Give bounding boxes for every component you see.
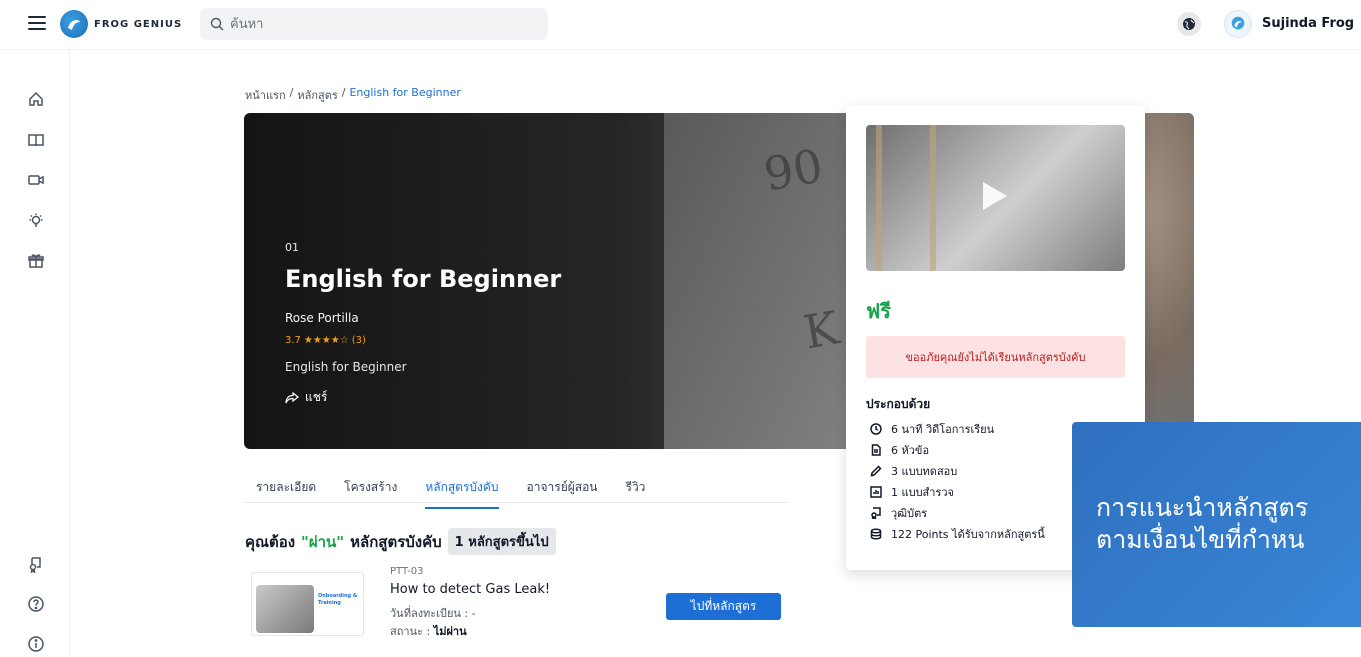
home-icon[interactable] — [27, 90, 45, 108]
requirement-heading: คุณต้อง "ผ่าน" หลักสูตรบังคับ 1 หลักสูตร… — [245, 528, 556, 555]
tab-instructors[interactable]: อาจารย์ผู้สอน — [527, 478, 598, 509]
tab-structure[interactable]: โครงสร้าง — [344, 478, 397, 509]
tab-details[interactable]: รายละเอียด — [256, 478, 316, 509]
include-text: 6 หัวข้อ — [891, 443, 930, 457]
menu-icon[interactable] — [28, 16, 46, 32]
top-bar: FROG GENIUS Sujinda Frog — [0, 0, 1361, 50]
breadcrumb-separator: / — [341, 86, 346, 99]
help-icon[interactable] — [27, 595, 45, 613]
status-label: สถานะ : — [390, 625, 434, 638]
gift-icon[interactable] — [27, 252, 45, 270]
includes-list: 6 นาที วิดีโอการเรียน 6 หัวข้อ 3 แบบทดสอ… — [870, 418, 1045, 544]
includes-title: ประกอบด้วย — [866, 397, 931, 411]
list-item: 1 แบบสำรวจ — [870, 481, 1045, 502]
breadcrumb: หน้าแรก / หลักสูตร / English for Beginne… — [245, 86, 461, 104]
course-instructor[interactable]: Rose Portilla — [285, 311, 359, 325]
requirement-pass-word: "ผ่าน" — [301, 532, 345, 551]
breadcrumb-current: English for Beginner — [349, 86, 461, 99]
course-code: PTT-03 — [390, 566, 424, 577]
enroll-date: วันที่ลงทะเบียน : - — [390, 607, 476, 620]
tabs-divider — [245, 502, 789, 503]
course-price: ฟรี — [866, 299, 891, 323]
course-subtitle: English for Beginner — [285, 360, 407, 374]
pencil-icon — [870, 464, 882, 476]
info-icon[interactable] — [27, 635, 45, 653]
share-icon — [285, 391, 299, 403]
course-thumbnail[interactable]: Onboarding & Training — [251, 572, 364, 636]
rating-value: 3.7 — [285, 335, 301, 346]
breadcrumb-separator: / — [289, 86, 294, 99]
share-button[interactable]: แชร์ — [285, 388, 327, 407]
required-course-alert: ขออภัยคุณยังไม่ได้เรียนหลักสูตรบังคับ — [866, 336, 1125, 378]
rating-count: (3) — [351, 335, 366, 346]
requirement-badge: 1 หลักสูตรขึ้นไป — [447, 528, 556, 555]
course-tabs: รายละเอียด โครงสร้าง หลักสูตรบังคับ อาจา… — [256, 478, 645, 509]
book-icon[interactable] — [27, 131, 45, 149]
username[interactable]: Sujinda Frog — [1262, 16, 1354, 31]
sidebar — [0, 50, 70, 656]
status-value: ไม่ผ่าน — [433, 625, 467, 638]
required-course-title[interactable]: How to detect Gas Leak! — [390, 582, 550, 597]
list-item: 6 หัวข้อ — [870, 439, 1045, 460]
clock-icon — [870, 422, 882, 435]
brand-logo[interactable]: FROG GENIUS — [60, 10, 182, 38]
include-text: 1 แบบสำรวจ — [891, 485, 954, 499]
include-text: 122 Points ได้รับจากหลักสูตรนี้ — [891, 527, 1045, 541]
list-item: 6 นาที วิดีโอการเรียน — [870, 418, 1045, 439]
search-bar[interactable] — [200, 8, 548, 40]
breadcrumb-courses[interactable]: หลักสูตร — [297, 86, 337, 104]
go-to-course-button[interactable]: ไปที่หลักสูตร — [666, 593, 781, 620]
star-rating-icon: ★★★★☆ — [303, 335, 349, 346]
certificate-icon[interactable] — [27, 555, 45, 574]
promo-line-2: ตามเงื่อนไขที่กำหน — [1096, 525, 1305, 554]
play-icon[interactable] — [983, 182, 1007, 210]
tab-required-courses[interactable]: หลักสูตรบังคับ — [425, 478, 499, 509]
frog-logo-icon — [60, 10, 88, 38]
course-title: English for Beginner — [285, 265, 562, 293]
video-camera-icon[interactable] — [27, 171, 45, 189]
search-input[interactable] — [230, 16, 530, 32]
include-text: 3 แบบทดสอบ — [891, 464, 958, 478]
list-item: Onboarding & Training PTT-03 How to dete… — [245, 564, 805, 644]
certificate-icon — [871, 506, 881, 519]
course-rating: 3.7 ★★★★☆ (3) — [285, 335, 366, 346]
course-status: สถานะ : ไม่ผ่าน — [390, 622, 467, 640]
search-icon — [210, 17, 224, 31]
language-globe-icon[interactable] — [1177, 12, 1201, 36]
avatar[interactable] — [1224, 10, 1252, 38]
thumbnail-label: Onboarding & Training — [318, 593, 358, 606]
requirement-suffix: หลักสูตรบังคับ — [350, 532, 442, 551]
requirement-prefix: คุณต้อง — [245, 532, 296, 551]
tab-reviews[interactable]: รีวิว — [626, 478, 646, 509]
include-text: วุฒิบัตร — [891, 506, 928, 520]
lightbulb-icon[interactable] — [27, 212, 45, 230]
list-item: 3 แบบทดสอบ — [870, 460, 1045, 481]
file-icon — [871, 443, 881, 456]
share-label: แชร์ — [305, 390, 328, 404]
include-text: 6 นาที วิดีโอการเรียน — [891, 422, 995, 436]
list-item: วุฒิบัตร — [870, 502, 1045, 523]
video-thumbnail — [876, 125, 936, 271]
hero-decoration: 90 — [759, 138, 827, 202]
brand-name: FROG GENIUS — [94, 18, 183, 30]
thumbnail-photo — [256, 585, 314, 633]
list-item: 122 Points ได้รับจากหลักสูตรนี้ — [870, 523, 1045, 544]
course-number: 01 — [285, 241, 299, 254]
chart-icon — [870, 485, 882, 498]
course-preview-video[interactable] — [866, 125, 1125, 271]
breadcrumb-home[interactable]: หน้าแรก — [245, 86, 286, 104]
course-recommendation-banner[interactable]: การแนะนำหลักสูตร ตามเงื่อนไขที่กำหน — [1072, 422, 1361, 627]
coins-icon — [870, 527, 882, 540]
